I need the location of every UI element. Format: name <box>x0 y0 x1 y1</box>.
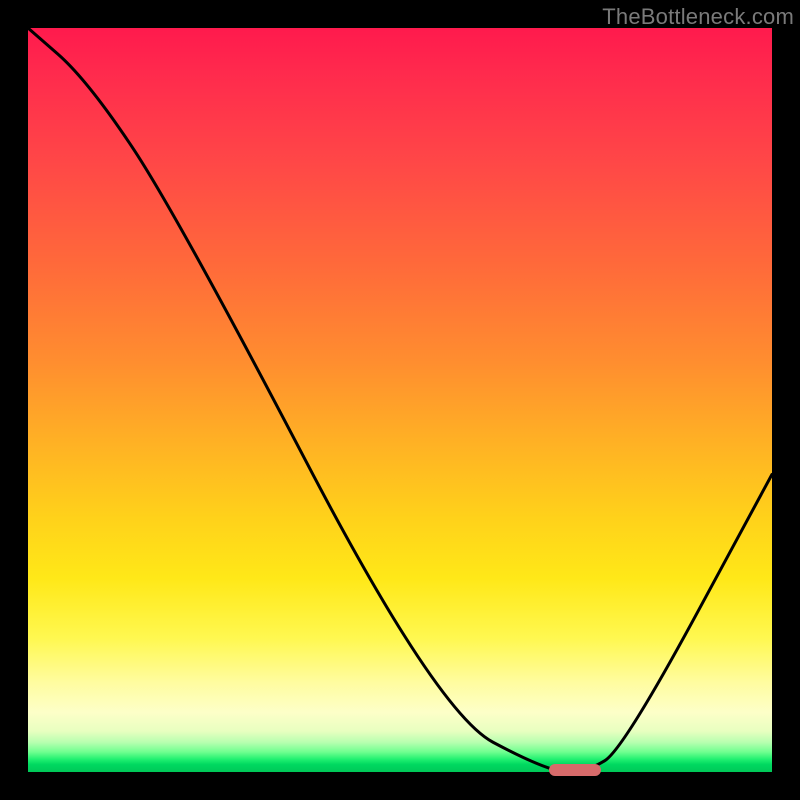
optimal-range-marker <box>549 764 601 776</box>
chart-frame: TheBottleneck.com <box>0 0 800 800</box>
watermark-text: TheBottleneck.com <box>602 4 794 30</box>
plot-area <box>28 28 772 772</box>
bottleneck-curve <box>28 28 772 772</box>
